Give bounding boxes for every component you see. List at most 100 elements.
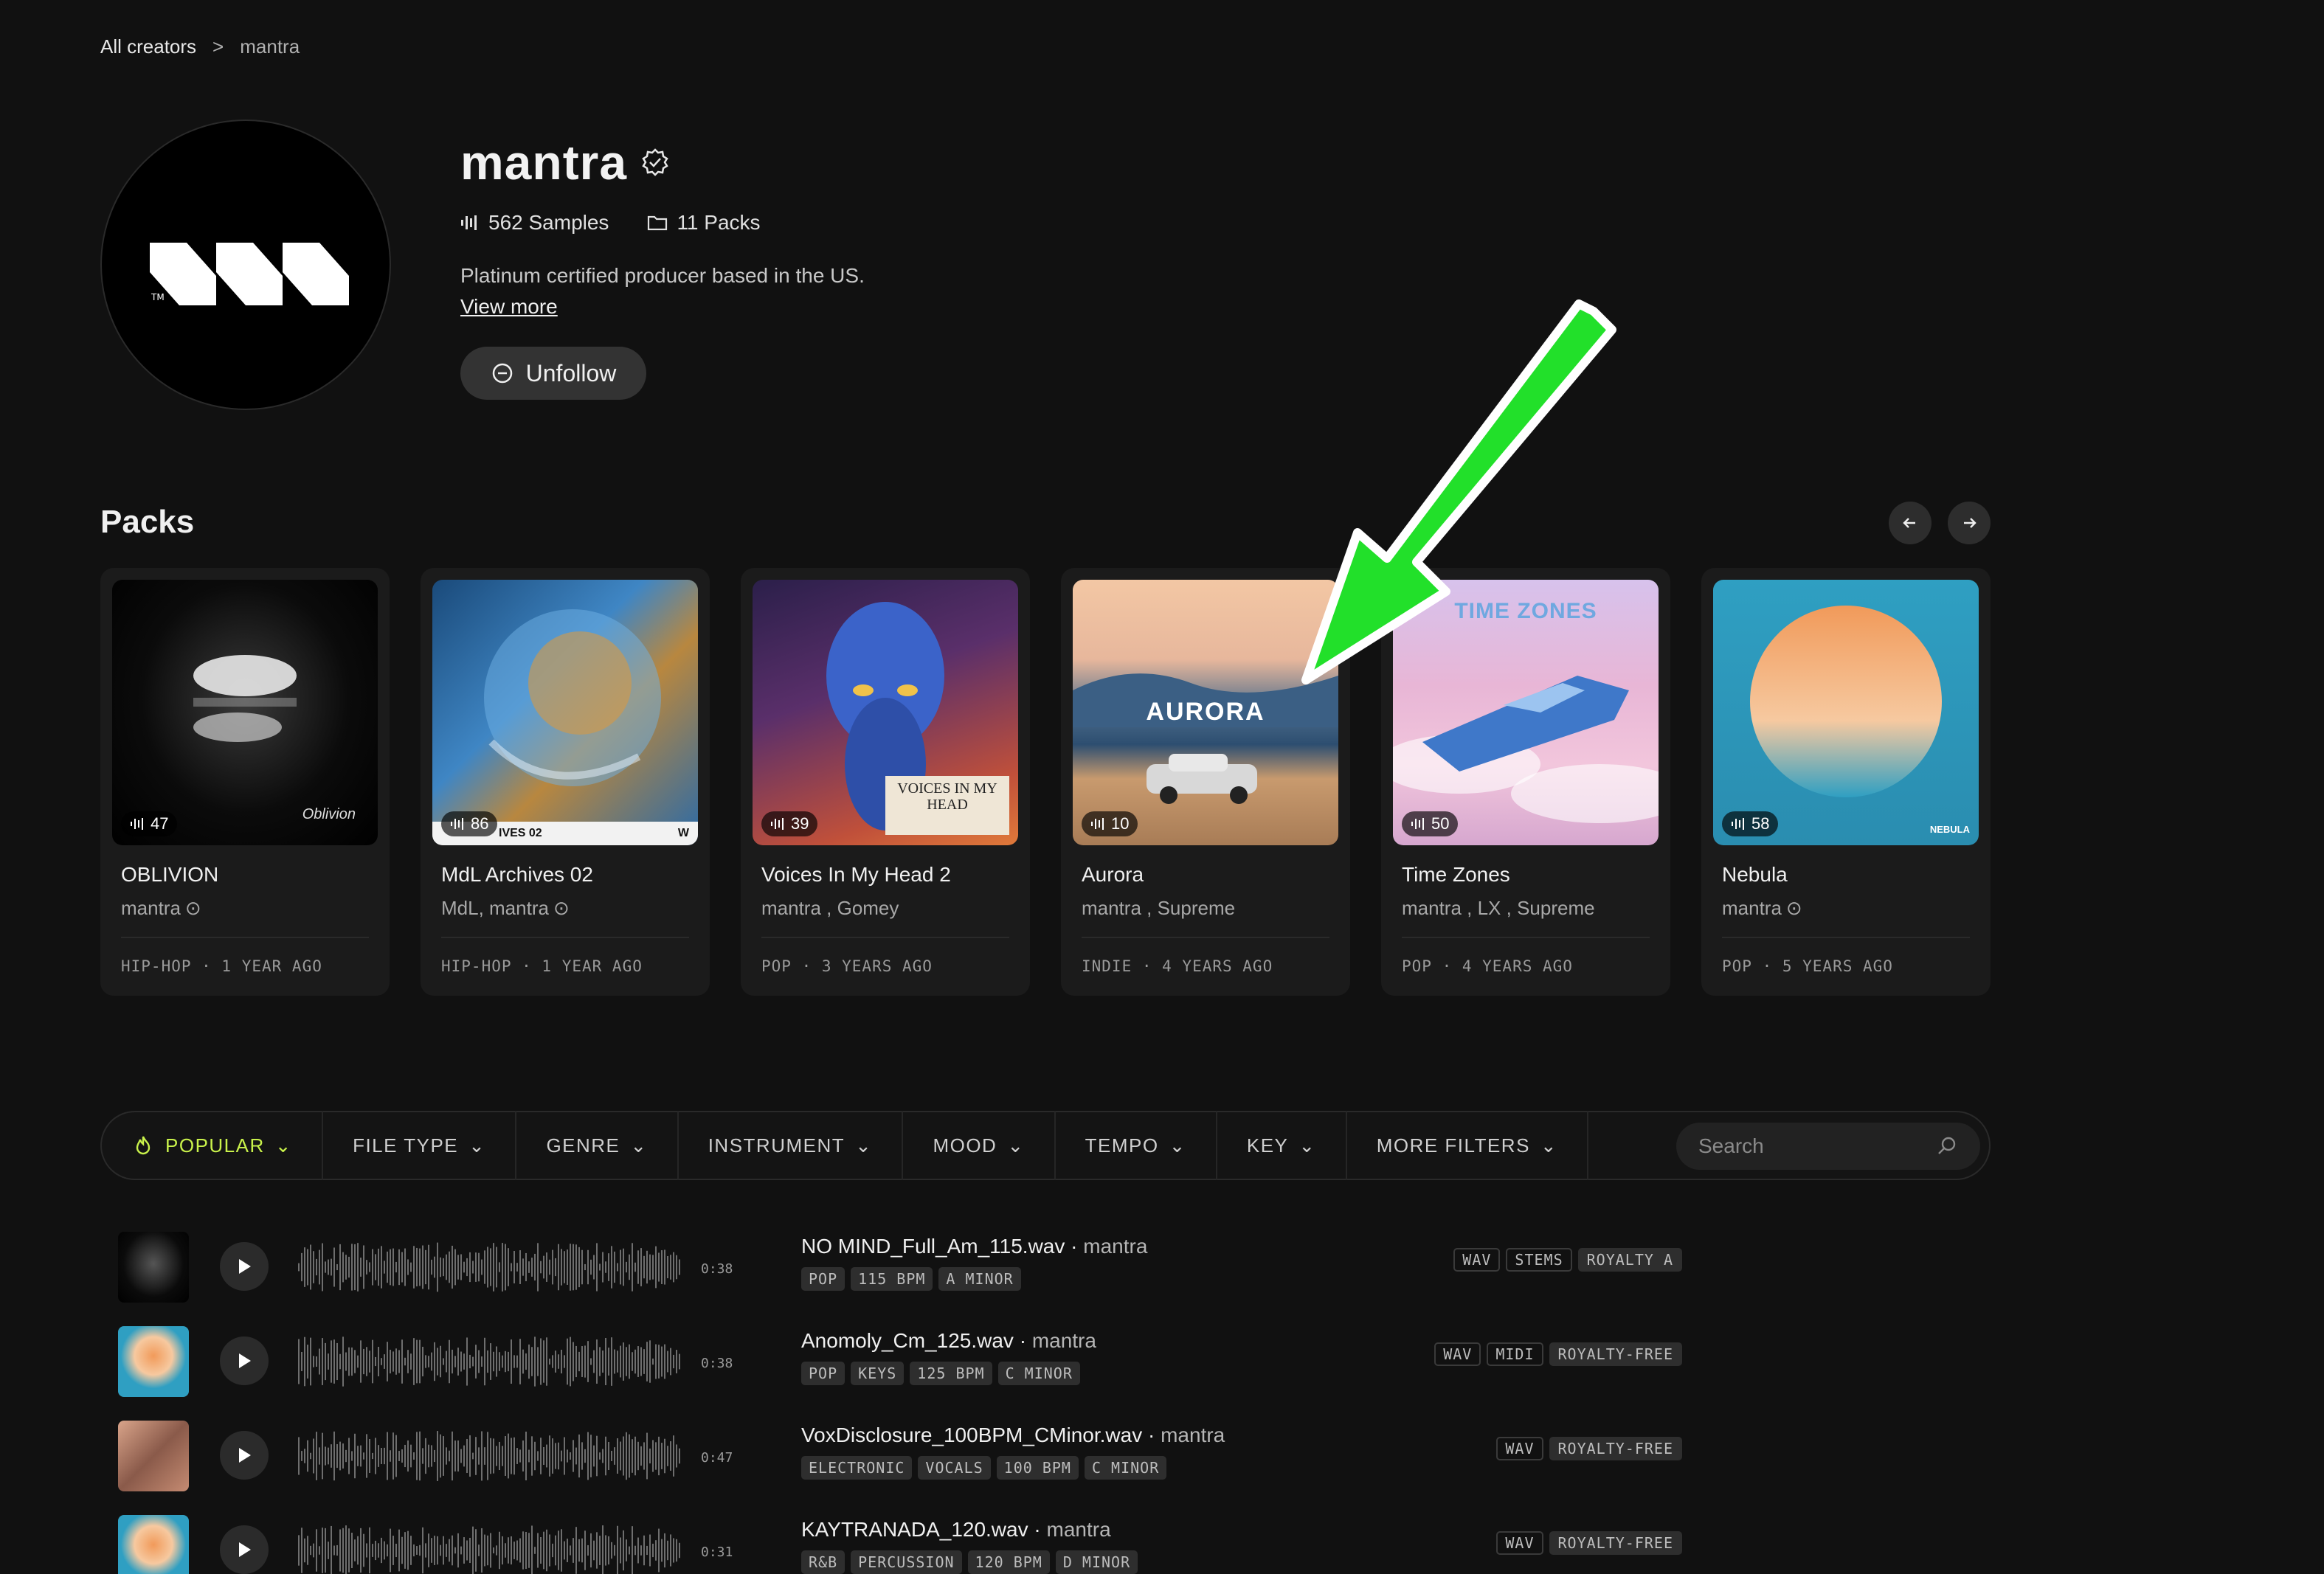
verified-small-icon: ⊙ bbox=[1785, 897, 1802, 919]
waveform-bar bbox=[626, 1261, 627, 1273]
search-input[interactable]: Search bbox=[1676, 1123, 1980, 1170]
tag[interactable]: VOCALS bbox=[918, 1456, 991, 1480]
tag[interactable]: R&B bbox=[801, 1550, 845, 1574]
instrument-filter[interactable]: INSTRUMENT ⌄ bbox=[679, 1111, 904, 1180]
tag[interactable]: ELECTRONIC bbox=[801, 1456, 913, 1480]
waveform-bar bbox=[573, 1440, 574, 1472]
tag[interactable]: A MINOR bbox=[938, 1267, 1021, 1291]
waveform-bar bbox=[384, 1541, 385, 1560]
waveform[interactable] bbox=[298, 1331, 682, 1393]
waveform-bar bbox=[351, 1244, 353, 1291]
pack-title[interactable]: MdL Archives 02 bbox=[441, 863, 698, 887]
pack-artists-text[interactable]: mantra bbox=[121, 897, 181, 920]
waveform-bar bbox=[443, 1436, 444, 1476]
waveform-bar bbox=[339, 1353, 341, 1370]
play-button[interactable] bbox=[220, 1242, 269, 1291]
sort-popular-dropdown[interactable]: POPULAR ⌄ bbox=[102, 1111, 324, 1180]
tempo-filter[interactable]: TEMPO ⌄ bbox=[1056, 1111, 1217, 1180]
waveform-bar bbox=[301, 1528, 302, 1573]
waveform[interactable] bbox=[298, 1236, 682, 1298]
tempo-label: TEMPO bbox=[1085, 1134, 1159, 1157]
waveform[interactable] bbox=[298, 1519, 682, 1574]
sample-name[interactable]: KAYTRANADA_120.wav · mantra bbox=[801, 1518, 1111, 1542]
tag[interactable]: 125 BPM bbox=[910, 1362, 992, 1385]
sample-filename[interactable]: KAYTRANADA_120.wav bbox=[801, 1518, 1028, 1541]
pack-artists-text[interactable]: mantra bbox=[1722, 897, 1782, 920]
mood-filter[interactable]: MOOD ⌄ bbox=[903, 1111, 1056, 1180]
tag[interactable]: 115 BPM bbox=[851, 1267, 933, 1291]
key-filter[interactable]: KEY ⌄ bbox=[1217, 1111, 1347, 1180]
sample-row[interactable]: 0:47 VoxDisclosure_100BPM_CMinor.wav · m… bbox=[118, 1415, 1682, 1509]
waveform-bar bbox=[434, 1449, 435, 1463]
tag[interactable]: 120 BPM bbox=[967, 1550, 1050, 1574]
waveform-icon bbox=[1411, 818, 1424, 830]
sample-filename[interactable]: VoxDisclosure_100BPM_CMinor.wav bbox=[801, 1424, 1142, 1446]
waveform-bar bbox=[676, 1255, 677, 1280]
pack-title[interactable]: Nebula bbox=[1722, 863, 1979, 887]
pack-title[interactable]: Aurora bbox=[1082, 863, 1338, 887]
sample-row[interactable]: 0:38 Anomoly_Cm_125.wav · mantra POP KEY… bbox=[118, 1320, 1682, 1415]
waveform-bar bbox=[304, 1538, 305, 1563]
sample-artist[interactable]: mantra bbox=[1047, 1518, 1111, 1541]
pack-card[interactable]: Oblivion 47 OBLIVION mantra ⊙ HIP-HOP · 1… bbox=[100, 568, 390, 996]
pack-artists-text[interactable]: MdL, mantra bbox=[441, 897, 549, 920]
sample-name[interactable]: NO MIND_Full_Am_115.wav · mantra bbox=[801, 1235, 1147, 1258]
sample-name[interactable]: Anomoly_Cm_125.wav · mantra bbox=[801, 1329, 1096, 1353]
sample-row[interactable]: 0:31 KAYTRANADA_120.wav · mantra R&B PER… bbox=[118, 1509, 1682, 1574]
sample-artist[interactable]: mantra bbox=[1032, 1329, 1096, 1352]
card-divider bbox=[121, 937, 369, 938]
breadcrumb-all-creators[interactable]: All creators bbox=[100, 35, 196, 58]
pack-card[interactable]: IVES 02 W 86 MdL Archives 02 MdL, mantra ⊙… bbox=[421, 568, 710, 996]
sample-filename[interactable]: NO MIND_Full_Am_115.wav bbox=[801, 1235, 1065, 1258]
waveform-bar bbox=[546, 1444, 547, 1468]
pack-title[interactable]: Time Zones bbox=[1402, 863, 1659, 887]
waveform-bar bbox=[345, 1352, 347, 1371]
play-button[interactable] bbox=[220, 1431, 269, 1480]
pack-title[interactable]: Voices In My Head 2 bbox=[761, 863, 1018, 887]
view-more-link[interactable]: View more bbox=[460, 295, 558, 319]
waveform[interactable] bbox=[298, 1425, 682, 1487]
pack-card[interactable]: VOICES IN MY HEAD 39 Voices In My Head 2… bbox=[741, 568, 1030, 996]
waveform-bar bbox=[422, 1448, 423, 1464]
packs-next-button[interactable] bbox=[1948, 502, 1991, 544]
waveform-bar bbox=[384, 1261, 385, 1274]
sample-row[interactable]: 0:38 NO MIND_Full_Am_115.wav · mantra PO… bbox=[118, 1226, 1682, 1320]
tag[interactable]: D MINOR bbox=[1055, 1550, 1138, 1574]
card-divider bbox=[441, 937, 689, 938]
pack-card[interactable]: NEBULA 58 Nebula mantra ⊙ POP · 5 YEARS A… bbox=[1701, 568, 1991, 996]
sample-artist[interactable]: mantra bbox=[1161, 1424, 1225, 1446]
waveform-bar bbox=[561, 1249, 562, 1286]
sample-artist[interactable]: mantra bbox=[1083, 1235, 1147, 1258]
more-filters[interactable]: MORE FILTERS ⌄ bbox=[1347, 1111, 1589, 1180]
waveform-bar bbox=[578, 1434, 580, 1478]
play-button[interactable] bbox=[220, 1336, 269, 1385]
pack-title[interactable]: OBLIVION bbox=[121, 863, 378, 887]
pack-artists-text[interactable]: mantra , Supreme bbox=[1082, 897, 1235, 920]
waveform-bar bbox=[319, 1447, 320, 1465]
file-type-filter[interactable]: FILE TYPE ⌄ bbox=[323, 1111, 517, 1180]
waveform-bar bbox=[484, 1337, 485, 1386]
waveform-bar bbox=[313, 1356, 314, 1367]
play-icon bbox=[239, 1259, 251, 1274]
tag[interactable]: PERCUSSION bbox=[851, 1550, 962, 1574]
waveform-icon bbox=[1091, 818, 1104, 830]
tag[interactable]: C MINOR bbox=[1084, 1456, 1167, 1480]
tag[interactable]: POP bbox=[801, 1362, 845, 1385]
sample-filename[interactable]: Anomoly_Cm_125.wav bbox=[801, 1329, 1014, 1352]
sample-name[interactable]: VoxDisclosure_100BPM_CMinor.wav · mantra bbox=[801, 1424, 1225, 1447]
unfollow-button[interactable]: Unfollow bbox=[460, 347, 646, 400]
tag[interactable]: 100 BPM bbox=[996, 1456, 1079, 1480]
tag[interactable]: POP bbox=[801, 1267, 845, 1291]
tag[interactable]: KEYS bbox=[851, 1362, 905, 1385]
play-button[interactable] bbox=[220, 1525, 269, 1574]
waveform-bar bbox=[472, 1452, 474, 1460]
tag[interactable]: C MINOR bbox=[997, 1362, 1080, 1385]
pack-artists-text[interactable]: mantra , LX , Supreme bbox=[1402, 897, 1595, 920]
genre-filter[interactable]: GENRE ⌄ bbox=[516, 1111, 679, 1180]
waveform-bar bbox=[484, 1447, 485, 1465]
waveform-bar bbox=[652, 1255, 654, 1280]
waveform-bar bbox=[325, 1261, 326, 1273]
waveform-bar bbox=[676, 1539, 677, 1562]
pack-artists-text[interactable]: mantra , Gomey bbox=[761, 897, 899, 920]
packs-prev-button[interactable] bbox=[1889, 502, 1932, 544]
